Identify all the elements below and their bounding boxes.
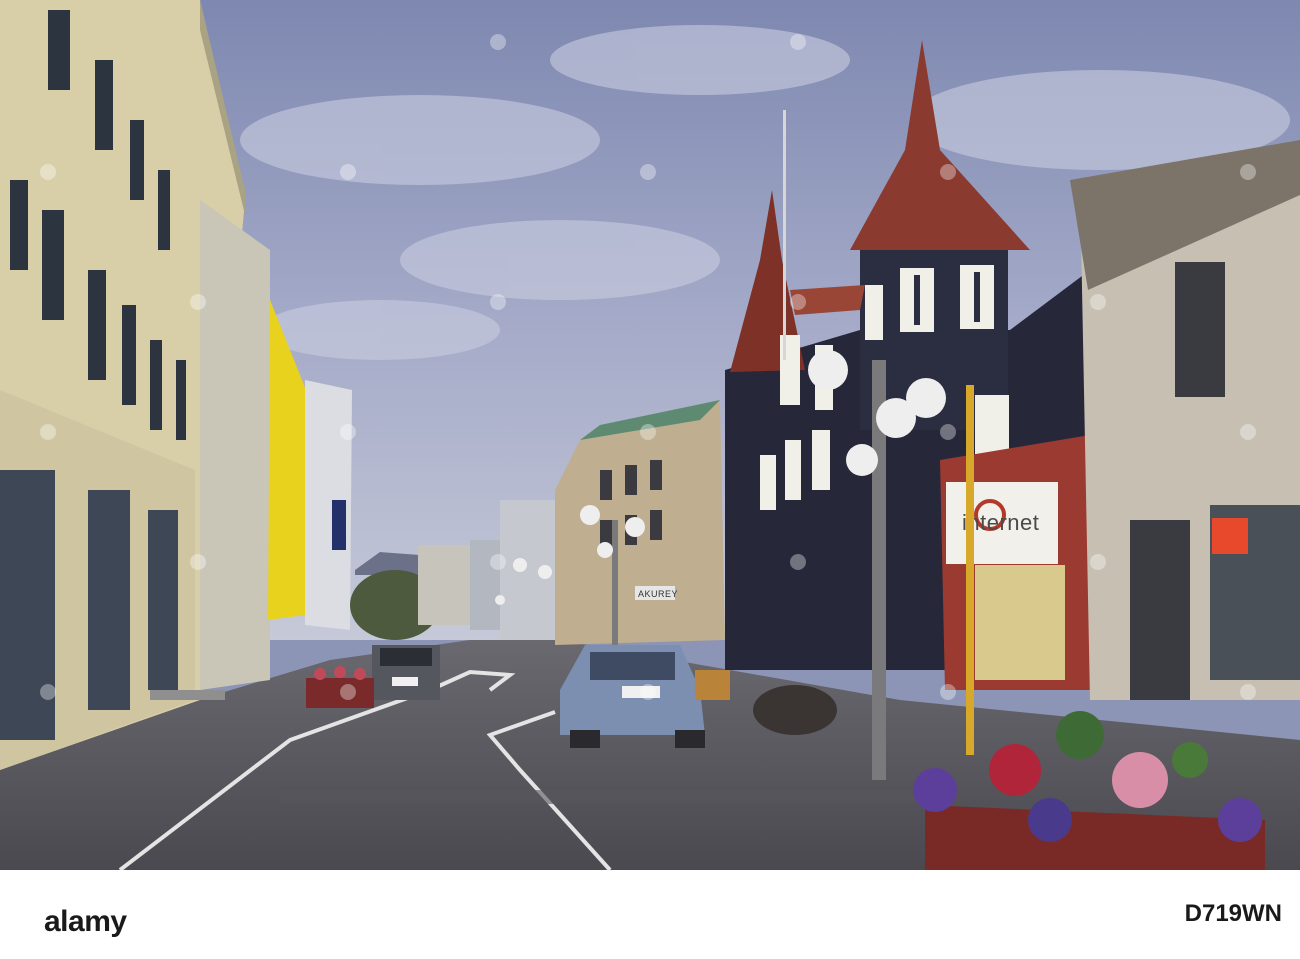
yellow-pole (966, 385, 974, 755)
sidewalk-band (280, 790, 920, 804)
brand-text: alamy (44, 905, 127, 938)
street-photo: AKUREY internet (0, 0, 1300, 870)
flag (332, 500, 346, 550)
car-blue (560, 645, 705, 748)
alamy-logo[interactable]: alamy (18, 884, 168, 944)
car-dark (372, 645, 440, 700)
cafe-window (975, 565, 1065, 680)
boulder (753, 685, 837, 735)
planter-left (306, 678, 374, 708)
image-id: D719WN (1184, 900, 1282, 927)
distant-building (418, 545, 473, 625)
footer-bar: alamy D719WN (0, 870, 1300, 959)
grey-building (200, 200, 270, 690)
bench (150, 690, 225, 700)
shop-sign-text: AKUREY (638, 589, 678, 599)
flag-pole (783, 110, 786, 360)
